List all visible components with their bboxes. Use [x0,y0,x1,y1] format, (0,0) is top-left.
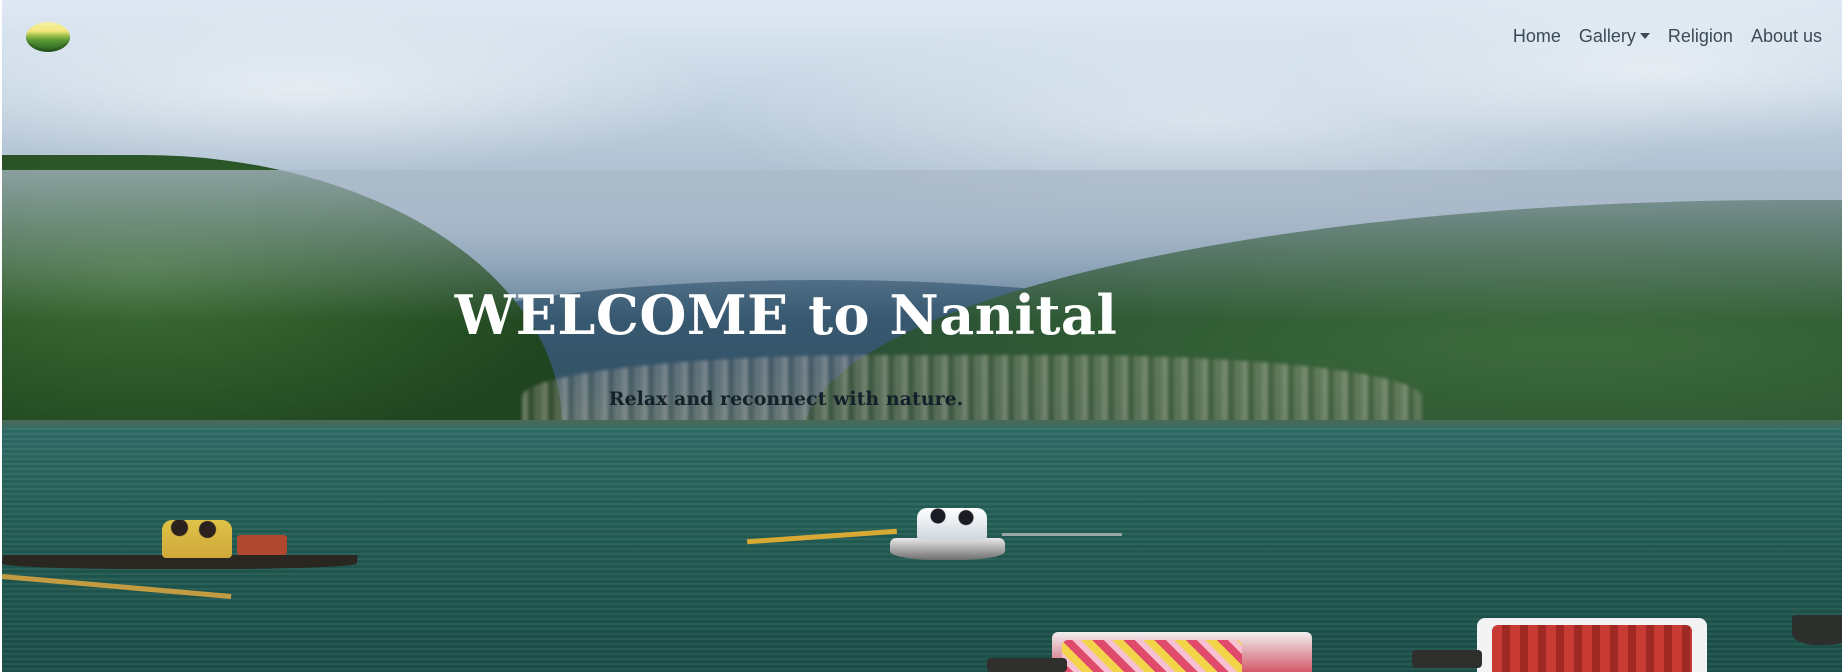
top-navbar: Home Gallery Religion About us [0,0,1842,78]
hero-title-wrapper: WELCOME to Nanital [0,283,1842,347]
nav-menu: Home Gallery Religion About us [1513,26,1822,47]
nav-about-us[interactable]: About us [1751,26,1822,47]
brand-link[interactable] [26,22,72,54]
rowboat-passengers [162,520,232,558]
oar-center-boat-right [1002,533,1122,536]
rowboat-center [890,538,1005,560]
moored-boat-right [1792,615,1842,645]
nav-home[interactable]: Home [1513,26,1561,47]
rowboat-seat [237,535,287,555]
nav-religion[interactable]: Religion [1668,26,1733,47]
hero-title: WELCOME to Nanital [454,283,1118,347]
moored-boat-small-2 [987,658,1067,672]
moored-boat-small [1412,650,1482,668]
decorated-boat-pink-canopy [1062,640,1242,672]
hill-landscape-logo-icon [26,22,70,52]
rowboat-center-passengers [917,508,987,540]
caret-down-icon [1639,33,1650,39]
nav-gallery-dropdown[interactable]: Gallery [1579,26,1650,47]
nav-gallery-label: Gallery [1578,26,1636,46]
hero-tagline-wrapper: Relax and reconnect with nature. [0,388,1842,410]
decorated-boat-red-canopy [1492,625,1692,672]
hero-tagline: Relax and reconnect with nature. [608,388,964,410]
